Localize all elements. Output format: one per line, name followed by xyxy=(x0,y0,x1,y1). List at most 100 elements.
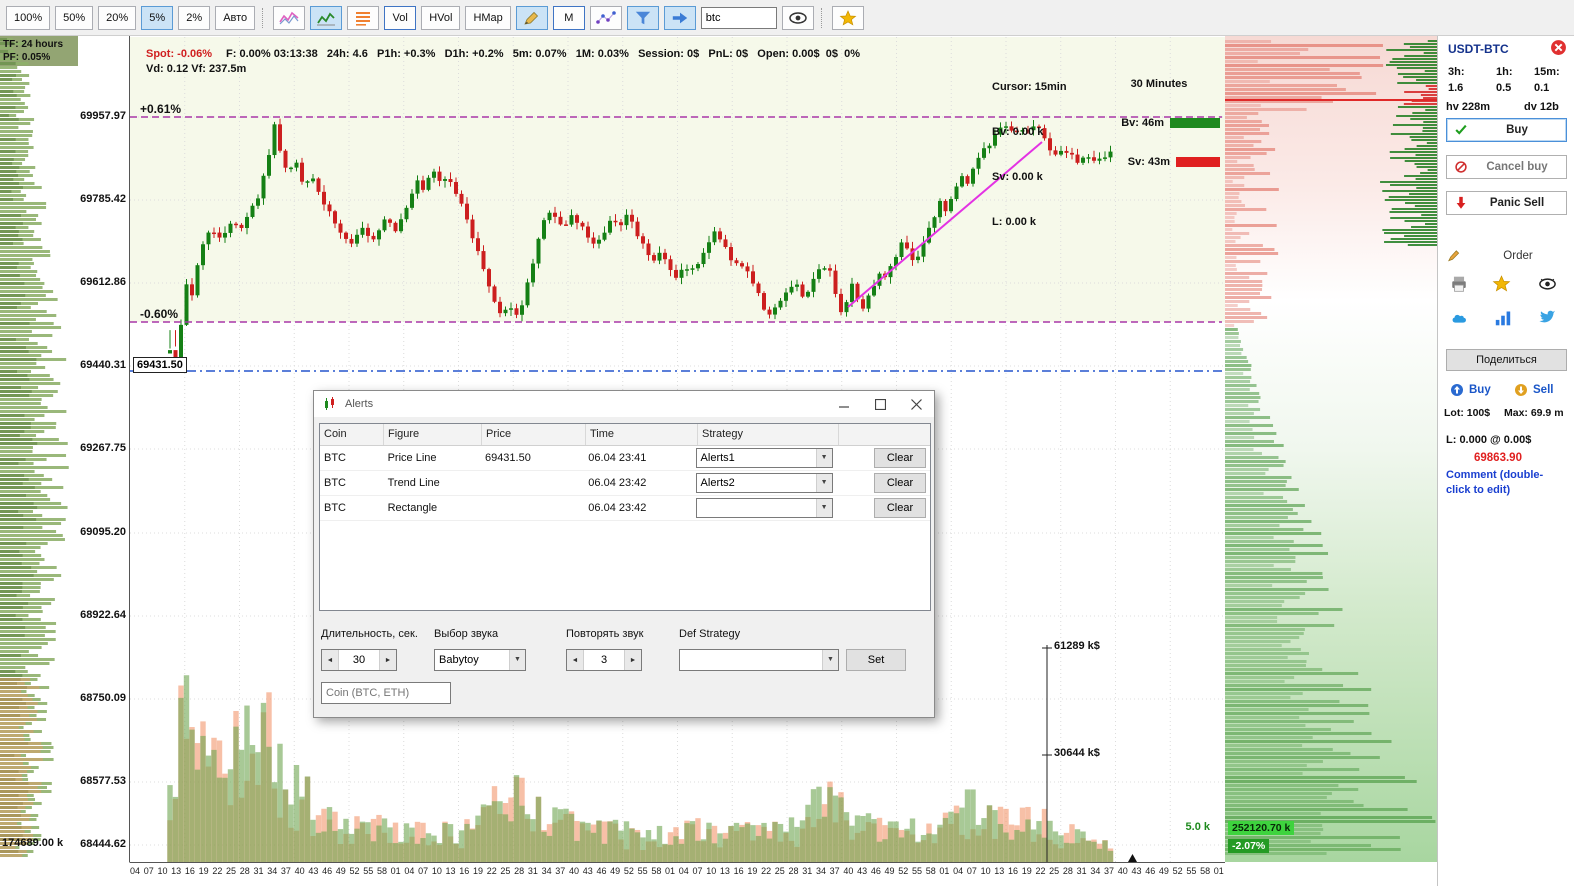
volume-delta-line: Vd: 0.12 Vf: 237.5m xyxy=(146,63,246,75)
price-alert-label[interactable]: 69431.50 xyxy=(133,357,187,373)
time-label: 43 xyxy=(583,866,593,880)
time-label: 37 xyxy=(555,866,565,880)
price-label: 68750.09 xyxy=(80,692,126,704)
time-label: 10 xyxy=(157,866,167,880)
lot-label: Lot: 100$ xyxy=(1444,407,1490,419)
filter-icon[interactable] xyxy=(627,6,659,30)
alerts-dialog-titlebar[interactable]: Alerts xyxy=(314,391,934,417)
alert-row[interactable]: BTC Price Line 69431.50 06.04 23:41 Aler… xyxy=(320,446,930,471)
zoom-auto-button[interactable]: Авто xyxy=(215,6,255,30)
pencil-icon[interactable] xyxy=(516,6,548,30)
period-3h-label: 3h: xyxy=(1448,66,1465,78)
time-label: 52 xyxy=(898,866,908,880)
heatmap-red-line xyxy=(1225,99,1437,101)
strategy-dropdown[interactable]: Alerts1▼ xyxy=(696,448,833,468)
legend-title: 30 Minutes xyxy=(1098,78,1220,90)
time-label: 37 xyxy=(281,866,291,880)
panic-sell-button[interactable]: Panic Sell xyxy=(1446,191,1567,215)
duration-stepper[interactable]: ◄ 30 ► xyxy=(321,649,397,671)
zoom-50-button[interactable]: 50% xyxy=(55,6,93,30)
repeat-stepper[interactable]: ◄ 3 ► xyxy=(566,649,642,671)
stats-bars-icon[interactable] xyxy=(1494,309,1512,331)
total-volume-label: 174689.00 k xyxy=(2,837,63,849)
maximize-button[interactable] xyxy=(862,392,898,417)
cursor-l: L: 0.00 k xyxy=(992,215,1067,230)
strategy-dropdown[interactable]: ▼ xyxy=(696,498,833,518)
zoom-100-button[interactable]: 100% xyxy=(6,6,50,30)
buy-link[interactable]: Buy xyxy=(1450,383,1491,397)
star-icon[interactable] xyxy=(1492,274,1511,298)
time-label: 40 xyxy=(843,866,853,880)
green-chart-icon[interactable] xyxy=(310,6,342,30)
alerts-dialog[interactable]: Alerts Coin Figure Price Time Strategy B… xyxy=(313,390,935,718)
stepper-up-icon[interactable]: ► xyxy=(624,650,641,670)
share-button[interactable]: Поделиться xyxy=(1446,349,1567,371)
buy-button[interactable]: Buy xyxy=(1446,118,1567,142)
clear-button[interactable]: Clear xyxy=(874,498,926,518)
zoom-20-button[interactable]: 20% xyxy=(98,6,136,30)
time-label: 31 xyxy=(253,866,263,880)
order-section-header[interactable]: Order xyxy=(1446,248,1567,263)
time-label: 25 xyxy=(500,866,510,880)
scatter-icon[interactable] xyxy=(590,6,622,30)
time-label: 58 xyxy=(1200,866,1210,880)
m-button[interactable]: M xyxy=(553,6,585,30)
time-label: 31 xyxy=(1077,866,1087,880)
time-label: 40 xyxy=(295,866,305,880)
period-15m-label: 15m: xyxy=(1534,66,1560,78)
time-label: 19 xyxy=(1022,866,1032,880)
strategy-dropdown[interactable]: Alerts2▼ xyxy=(696,473,833,493)
cloud-icon[interactable] xyxy=(1450,310,1470,331)
time-label: 22 xyxy=(487,866,497,880)
time-axis[interactable]: 0407101316192225283134374043464952555801… xyxy=(130,866,1225,880)
daily-volume-label: dv 12b xyxy=(1524,101,1559,113)
close-button[interactable] xyxy=(898,392,934,417)
col-actions xyxy=(839,424,930,445)
time-label: 49 xyxy=(336,866,346,880)
hvol-button[interactable]: HVol xyxy=(421,6,460,30)
time-label: 16 xyxy=(1008,866,1018,880)
hmap-button[interactable]: HMap xyxy=(465,6,510,30)
price-axis[interactable]: 69957.9769785.4269612.8669440.3169267.75… xyxy=(76,36,128,862)
comment-field[interactable]: Comment (double-click to edit) xyxy=(1446,468,1564,498)
orange-lines-icon[interactable] xyxy=(347,6,379,30)
twitter-icon[interactable] xyxy=(1536,307,1557,331)
stats-values: F: 0.00% 03:13:38 24h: 4.6 P1h: +0.3% D1… xyxy=(226,48,860,60)
alert-row[interactable]: BTC Rectangle 06.04 23:42 ▼ Clear xyxy=(320,496,930,521)
close-panel-icon[interactable] xyxy=(1550,39,1567,61)
time-label: 16 xyxy=(734,866,744,880)
printer-icon[interactable] xyxy=(1450,275,1468,298)
minimize-button[interactable] xyxy=(826,392,862,417)
volume-scale-top: 61289 k$ xyxy=(1054,640,1100,652)
cancel-buy-button[interactable]: Cancel buy xyxy=(1446,155,1567,179)
stepper-up-icon[interactable]: ► xyxy=(379,650,396,670)
alert-row[interactable]: BTC Trend Line 06.04 23:42 Alerts2▼ Clea… xyxy=(320,471,930,496)
stepper-down-icon[interactable]: ◄ xyxy=(567,650,584,670)
zoom-2-button[interactable]: 2% xyxy=(178,6,210,30)
time-label: 55 xyxy=(363,866,373,880)
sell-link[interactable]: Sell xyxy=(1514,383,1553,397)
coin-input[interactable] xyxy=(321,682,451,704)
clear-button[interactable]: Clear xyxy=(874,448,926,468)
multiline-chart-icon[interactable] xyxy=(273,6,305,30)
sound-dropdown[interactable]: Babytoy▼ xyxy=(434,649,526,671)
lower-band-label: -0.60% xyxy=(140,307,178,321)
price-marker xyxy=(1128,854,1137,862)
arrow-right-icon[interactable] xyxy=(664,6,696,30)
legend-sv: Sv: 43m xyxy=(1128,156,1170,168)
eye-icon[interactable] xyxy=(1538,275,1557,298)
time-label: 58 xyxy=(651,866,661,880)
eye-icon[interactable] xyxy=(782,6,814,30)
clear-button[interactable]: Clear xyxy=(874,473,926,493)
buy-volume-swatch xyxy=(1170,118,1220,128)
time-label: 25 xyxy=(775,866,785,880)
stepper-down-icon[interactable]: ◄ xyxy=(322,650,339,670)
def-strategy-dropdown[interactable]: ▼ xyxy=(679,649,839,671)
buy-coin-icon xyxy=(1450,383,1464,397)
set-button[interactable]: Set xyxy=(846,649,906,671)
zoom-5-button[interactable]: 5% xyxy=(141,6,173,30)
vol-button[interactable]: Vol xyxy=(384,6,416,30)
time-label: 07 xyxy=(144,866,154,880)
symbol-search-input[interactable] xyxy=(701,7,777,29)
star-icon[interactable] xyxy=(832,6,864,30)
